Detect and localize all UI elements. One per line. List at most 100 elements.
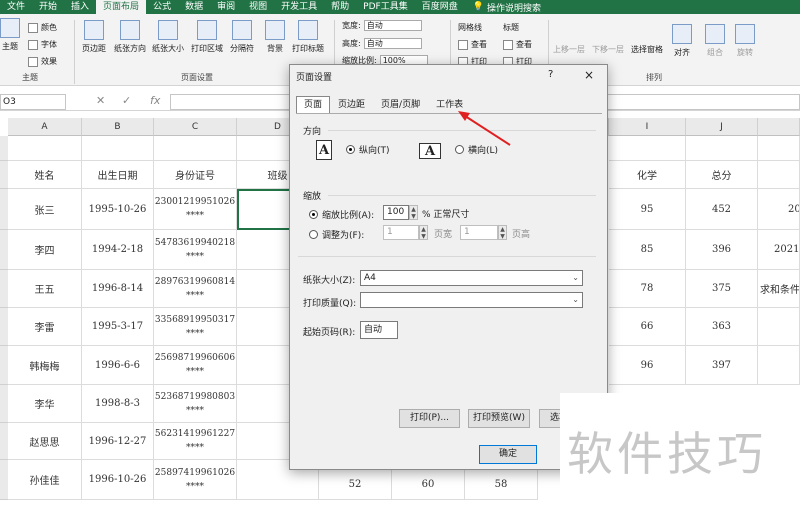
- scale-spin-buttons[interactable]: ▲ ▼: [409, 205, 418, 220]
- cell-total[interactable]: 375: [686, 270, 758, 308]
- cell-id[interactable]: 28976319960814 ****: [154, 270, 237, 308]
- fit-wide-spin-buttons[interactable]: ▲ ▼: [419, 225, 428, 240]
- tab-pdf-tools[interactable]: PDF工具集: [356, 0, 415, 14]
- grid-cell[interactable]: [8, 136, 82, 161]
- cell-dob[interactable]: 1995-3-17: [82, 308, 154, 346]
- header-cell-name[interactable]: 姓名: [8, 161, 82, 189]
- cell-chemistry[interactable]: 96: [609, 346, 686, 385]
- grid-cell[interactable]: [758, 346, 800, 385]
- theme-fonts-button[interactable]: 字体: [28, 39, 57, 50]
- cell-dob[interactable]: 1996-10-26: [82, 460, 154, 500]
- cell-name[interactable]: 赵思思: [8, 423, 82, 460]
- tab-formulas[interactable]: 公式: [146, 0, 178, 14]
- size-button[interactable]: 纸张大小: [152, 20, 184, 54]
- cell-chemistry[interactable]: 85: [609, 230, 686, 270]
- gridlines-view-checkbox[interactable]: 查看: [458, 39, 487, 50]
- group-button[interactable]: 组合: [705, 24, 725, 58]
- tab-help[interactable]: 帮助: [324, 0, 356, 14]
- print-button[interactable]: 打印(P)...: [399, 409, 460, 428]
- portrait-radio[interactable]: 纵向(T): [346, 143, 390, 156]
- rotate-button[interactable]: 旋转: [735, 24, 755, 58]
- header-cell-dob[interactable]: 出生日期: [82, 161, 154, 189]
- insert-function-icon[interactable]: fx: [150, 94, 160, 107]
- fit-to-radio[interactable]: 调整为(F):: [309, 228, 364, 241]
- row-header[interactable]: [0, 460, 8, 500]
- align-button[interactable]: 对齐: [672, 24, 692, 58]
- cell-name[interactable]: 李华: [8, 385, 82, 423]
- cell-total[interactable]: 452: [686, 189, 758, 230]
- cell-dob[interactable]: 1996-8-14: [82, 270, 154, 308]
- print-quality-select[interactable]: ⌄: [360, 292, 583, 308]
- cell-name[interactable]: 张三: [8, 189, 82, 230]
- cell-score[interactable]: 60: [392, 470, 465, 500]
- cell-extra[interactable]: 2021-: [758, 230, 800, 270]
- tab-file[interactable]: 文件: [0, 0, 32, 14]
- column-header[interactable]: A: [8, 118, 82, 136]
- send-backward-button[interactable]: 下移一层: [592, 44, 624, 55]
- cell-name[interactable]: 孙佳佳: [8, 460, 82, 500]
- grid-cell[interactable]: [758, 136, 800, 161]
- grid-cell[interactable]: [686, 136, 758, 161]
- close-icon[interactable]: ×: [584, 68, 594, 82]
- tab-sheet[interactable]: 工作表: [428, 96, 471, 113]
- cell-chemistry[interactable]: 95: [609, 189, 686, 230]
- print-area-button[interactable]: 打印区域: [191, 20, 223, 54]
- header-cell-chemistry[interactable]: 化学: [609, 161, 686, 189]
- width-combo[interactable]: 自动: [363, 20, 422, 31]
- print-preview-button[interactable]: 打印预览(W): [468, 409, 530, 428]
- tab-developer[interactable]: 开发工具: [274, 0, 324, 14]
- row-header[interactable]: [0, 270, 8, 308]
- row-header[interactable]: [0, 385, 8, 423]
- cell-total[interactable]: 363: [686, 308, 758, 346]
- grid-cell[interactable]: [758, 161, 800, 189]
- cell-chemistry[interactable]: 78: [609, 270, 686, 308]
- cell-dob[interactable]: 1996-12-27: [82, 423, 154, 460]
- paper-size-select[interactable]: A4 ⌄: [360, 270, 583, 286]
- column-header[interactable]: [758, 118, 800, 136]
- row-header[interactable]: [0, 136, 8, 161]
- tab-view[interactable]: 视图: [242, 0, 274, 14]
- height-combo[interactable]: 自动: [363, 38, 422, 49]
- tab-review[interactable]: 审阅: [210, 0, 242, 14]
- ok-button[interactable]: 确定: [479, 445, 537, 464]
- cell-id[interactable]: 25897419961026 ****: [154, 460, 237, 500]
- cell-score[interactable]: 52: [319, 470, 392, 500]
- cell-id[interactable]: 52368719980803 ****: [154, 385, 237, 423]
- column-header[interactable]: I: [609, 118, 686, 136]
- cell-name[interactable]: 李雷: [8, 308, 82, 346]
- cell-name[interactable]: 韩梅梅: [8, 346, 82, 385]
- enter-check-icon[interactable]: ✓: [122, 94, 131, 107]
- column-header[interactable]: B: [82, 118, 154, 136]
- breaks-button[interactable]: 分隔符: [230, 20, 254, 54]
- cell-dob[interactable]: 1998-8-3: [82, 385, 154, 423]
- theme-effects-button[interactable]: 效果: [28, 56, 57, 67]
- cell-id[interactable]: 33568919950317 ****: [154, 308, 237, 346]
- headings-view-checkbox[interactable]: 查看: [503, 39, 532, 50]
- tab-baidu-netdisk[interactable]: 百度网盘: [415, 0, 465, 14]
- tell-me-search[interactable]: 💡 操作说明搜索: [465, 1, 541, 14]
- adjust-to-radio[interactable]: 缩放比例(A):: [309, 208, 374, 221]
- cell-id[interactable]: 56231419961227 ****: [154, 423, 237, 460]
- column-header[interactable]: C: [154, 118, 237, 136]
- scale-percent-input[interactable]: 100: [383, 205, 409, 220]
- row-header[interactable]: [0, 423, 8, 460]
- cell-score[interactable]: 58: [465, 470, 538, 500]
- cell-id[interactable]: 25698719960606 ****: [154, 346, 237, 385]
- column-header[interactable]: J: [686, 118, 758, 136]
- bring-forward-button[interactable]: 上移一层: [553, 44, 585, 55]
- row-header[interactable]: [0, 161, 8, 189]
- tab-page-layout[interactable]: 页面布局: [96, 0, 147, 14]
- row-header[interactable]: [0, 308, 8, 346]
- fit-wide-input[interactable]: 1: [383, 225, 419, 240]
- cell-dob[interactable]: 1994-2-18: [82, 230, 154, 270]
- print-titles-button[interactable]: 打印标题: [292, 20, 324, 54]
- background-button[interactable]: 背景: [265, 20, 285, 54]
- tab-insert[interactable]: 插入: [64, 0, 96, 14]
- tab-home[interactable]: 开始: [32, 0, 64, 14]
- grid-cell[interactable]: [82, 136, 154, 161]
- landscape-radio[interactable]: 横向(L): [455, 143, 498, 156]
- cell-dob[interactable]: 1995-10-26: [82, 189, 154, 230]
- header-cell-total[interactable]: 总分: [686, 161, 758, 189]
- cell-id[interactable]: 23001219951026 ****: [154, 189, 237, 230]
- cell-extra[interactable]: 求和条件: [758, 270, 800, 308]
